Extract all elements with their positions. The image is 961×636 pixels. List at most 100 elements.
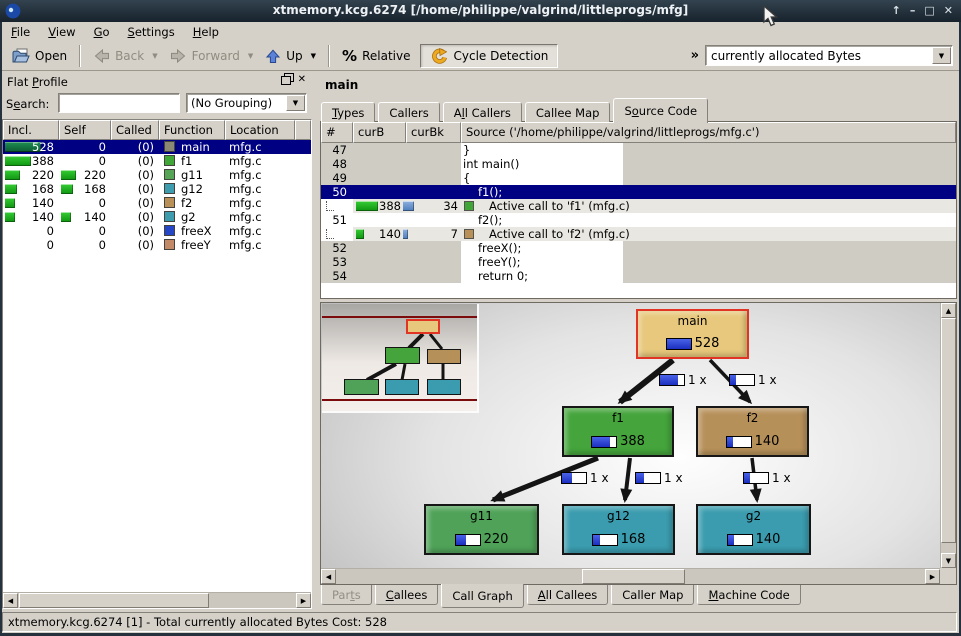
source-line[interactable]: 53freeY(); [321, 255, 956, 269]
tab-callee-map[interactable]: Callee Map [525, 102, 611, 122]
cost-bar [61, 170, 76, 180]
source-call-line[interactable]: 388 34 Active call to 'f1' (mfg.c) [321, 199, 956, 213]
column-header-function[interactable]: Function [159, 120, 225, 140]
table-row[interactable]: 220 220 (0) g11 mfg.c [3, 168, 311, 182]
up-arrow-icon [265, 48, 281, 64]
graph-node-g12[interactable]: g12 168 [562, 504, 675, 555]
source-line[interactable]: 47} [321, 143, 956, 157]
scroll-right-icon[interactable]: ▶ [296, 593, 311, 608]
scroll-right-icon[interactable]: ▶ [925, 569, 940, 584]
chevron-down-icon[interactable]: ▼ [286, 95, 305, 111]
source-line[interactable]: 54return 0; [321, 269, 956, 283]
graph-overview-minimap[interactable] [322, 304, 479, 413]
scroll-left-icon[interactable]: ◀ [3, 593, 18, 608]
open-button[interactable]: Open [6, 46, 73, 66]
source-line[interactable]: 49{ [321, 171, 956, 185]
table-row[interactable]: 140 0 (0) f2 mfg.c [3, 196, 311, 210]
graph-node-g11[interactable]: g11 220 [424, 504, 539, 555]
flat-profile-dock-title[interactable]: Flat Profile ✕ [2, 73, 312, 91]
scrollbar-thumb[interactable] [941, 318, 956, 543]
menu-go[interactable]: Go [85, 23, 119, 41]
source-line[interactable]: 48int main() [321, 157, 956, 171]
window-frame [0, 22, 2, 636]
scrollbar-thumb[interactable] [582, 569, 685, 584]
forward-button[interactable]: Forward▼ [164, 46, 260, 66]
flat-profile-table: Incl. Self Called Function Location 528 … [2, 119, 312, 609]
menu-settings[interactable]: Settings [119, 23, 184, 41]
column-header-self[interactable]: Self [59, 120, 111, 140]
column-header-curb[interactable]: curB [353, 122, 406, 143]
column-header-source[interactable]: Source ('/home/philippe/valgrind/littlep… [461, 122, 956, 143]
cost-bar [5, 170, 20, 180]
scroll-down-icon[interactable]: ▼ [941, 553, 956, 568]
call-graph-canvas[interactable]: main 528 f1 388 f2 140 g11 220 g12 168 g… [321, 303, 940, 568]
source-table-header: # curB curBk Source ('/home/philippe/val… [321, 122, 956, 143]
menu-view[interactable]: View [39, 23, 84, 41]
source-line[interactable]: 52freeX(); [321, 241, 956, 255]
table-row[interactable]: 0 0 (0) freeX mfg.c [3, 224, 311, 238]
table-row[interactable]: 528 0 (0) main mfg.c [3, 140, 311, 154]
float-dock-icon[interactable] [281, 76, 291, 85]
tab-callers[interactable]: Callers [378, 102, 439, 122]
graph-node-f1[interactable]: f1 388 [562, 406, 674, 457]
graph-node-f2[interactable]: f2 140 [696, 406, 809, 457]
graph-node-main[interactable]: main 528 [636, 309, 749, 359]
minimize-button[interactable]: – [910, 0, 916, 22]
source-call-line[interactable]: 140 7 Active call to 'f2' (mfg.c) [321, 227, 956, 241]
tab-machine-code[interactable]: Machine Code [697, 585, 800, 605]
grouping-combobox[interactable]: (No Grouping) ▼ [186, 93, 307, 113]
up-button[interactable]: Up▼ [259, 46, 322, 66]
shade-button[interactable]: ↑ [892, 0, 901, 22]
search-input[interactable] [58, 93, 180, 113]
graph-vertical-scrollbar[interactable]: ▲ ▼ [940, 303, 956, 568]
tab-call-graph[interactable]: Call Graph [441, 584, 523, 608]
graph-horizontal-scrollbar[interactable]: ◀ ▶ [321, 568, 940, 584]
close-button[interactable]: ✕ [944, 0, 953, 22]
table-row[interactable]: 0 0 (0) freeY mfg.c [3, 238, 311, 252]
menu-help[interactable]: Help [184, 23, 228, 41]
column-header-line[interactable]: # [321, 122, 353, 143]
back-arrow-icon [93, 48, 110, 64]
cycle-detection-toggle-button[interactable]: Cycle Detection [420, 44, 558, 68]
scroll-up-icon[interactable]: ▲ [941, 303, 956, 318]
forward-dropdown-icon[interactable]: ▼ [248, 52, 253, 60]
graph-node-g2[interactable]: g2 140 [696, 504, 811, 555]
column-header-incl[interactable]: Incl. [3, 120, 59, 140]
cost-bar [5, 212, 15, 222]
event-type-combobox[interactable]: currently allocated Bytes ▼ [705, 45, 953, 66]
cost-bar [5, 198, 15, 208]
close-dock-icon[interactable]: ✕ [298, 75, 306, 85]
scrollbar-thumb[interactable] [19, 593, 209, 608]
flat-profile-horizontal-scrollbar[interactable]: ◀ ▶ [3, 592, 311, 608]
menu-bar: File View Go Settings Help [2, 22, 959, 42]
title-bar[interactable]: xtmemory.kcg.6274 [/home/philippe/valgri… [0, 0, 961, 22]
menu-file[interactable]: File [2, 23, 39, 41]
tab-all-callees[interactable]: All Callees [527, 585, 609, 605]
table-row[interactable]: 140 140 (0) g2 mfg.c [3, 210, 311, 224]
source-line-selected[interactable]: 50f1(); [321, 185, 956, 199]
source-line[interactable]: 51f2(); [321, 213, 956, 227]
scrollbar-corner [940, 568, 956, 584]
up-dropdown-icon[interactable]: ▼ [311, 52, 316, 60]
tab-source-code[interactable]: Source Code [613, 98, 708, 123]
scroll-left-icon[interactable]: ◀ [321, 569, 336, 584]
column-header-called[interactable]: Called [111, 120, 159, 140]
maximize-button[interactable]: □ [924, 0, 934, 22]
table-row[interactable]: 168 168 (0) g12 mfg.c [3, 182, 311, 196]
tab-all-callers[interactable]: All Callers [443, 102, 522, 122]
toolbar-overflow-chevron[interactable]: » [691, 48, 699, 63]
tab-parts: Parts [321, 585, 372, 605]
column-header-curbk[interactable]: curBk [406, 122, 461, 143]
status-text: xtmemory.kcg.6274 [1] - Total currently … [8, 615, 387, 629]
tab-caller-map[interactable]: Caller Map [611, 585, 694, 605]
tab-types[interactable]: Types [321, 102, 375, 122]
back-button[interactable]: Back▼ [87, 46, 164, 66]
call-graph-view: main 528 f1 388 f2 140 g11 220 g12 168 g… [320, 302, 957, 585]
tab-callees[interactable]: Callees [375, 585, 439, 605]
edge-label-f1-g11: 1 x [561, 471, 609, 485]
back-dropdown-icon[interactable]: ▼ [152, 52, 157, 60]
chevron-down-icon[interactable]: ▼ [932, 47, 951, 64]
table-row[interactable]: 388 0 (0) f1 mfg.c [3, 154, 311, 168]
column-header-location[interactable]: Location [225, 120, 295, 140]
relative-toggle-button[interactable]: % Relative [336, 45, 416, 67]
